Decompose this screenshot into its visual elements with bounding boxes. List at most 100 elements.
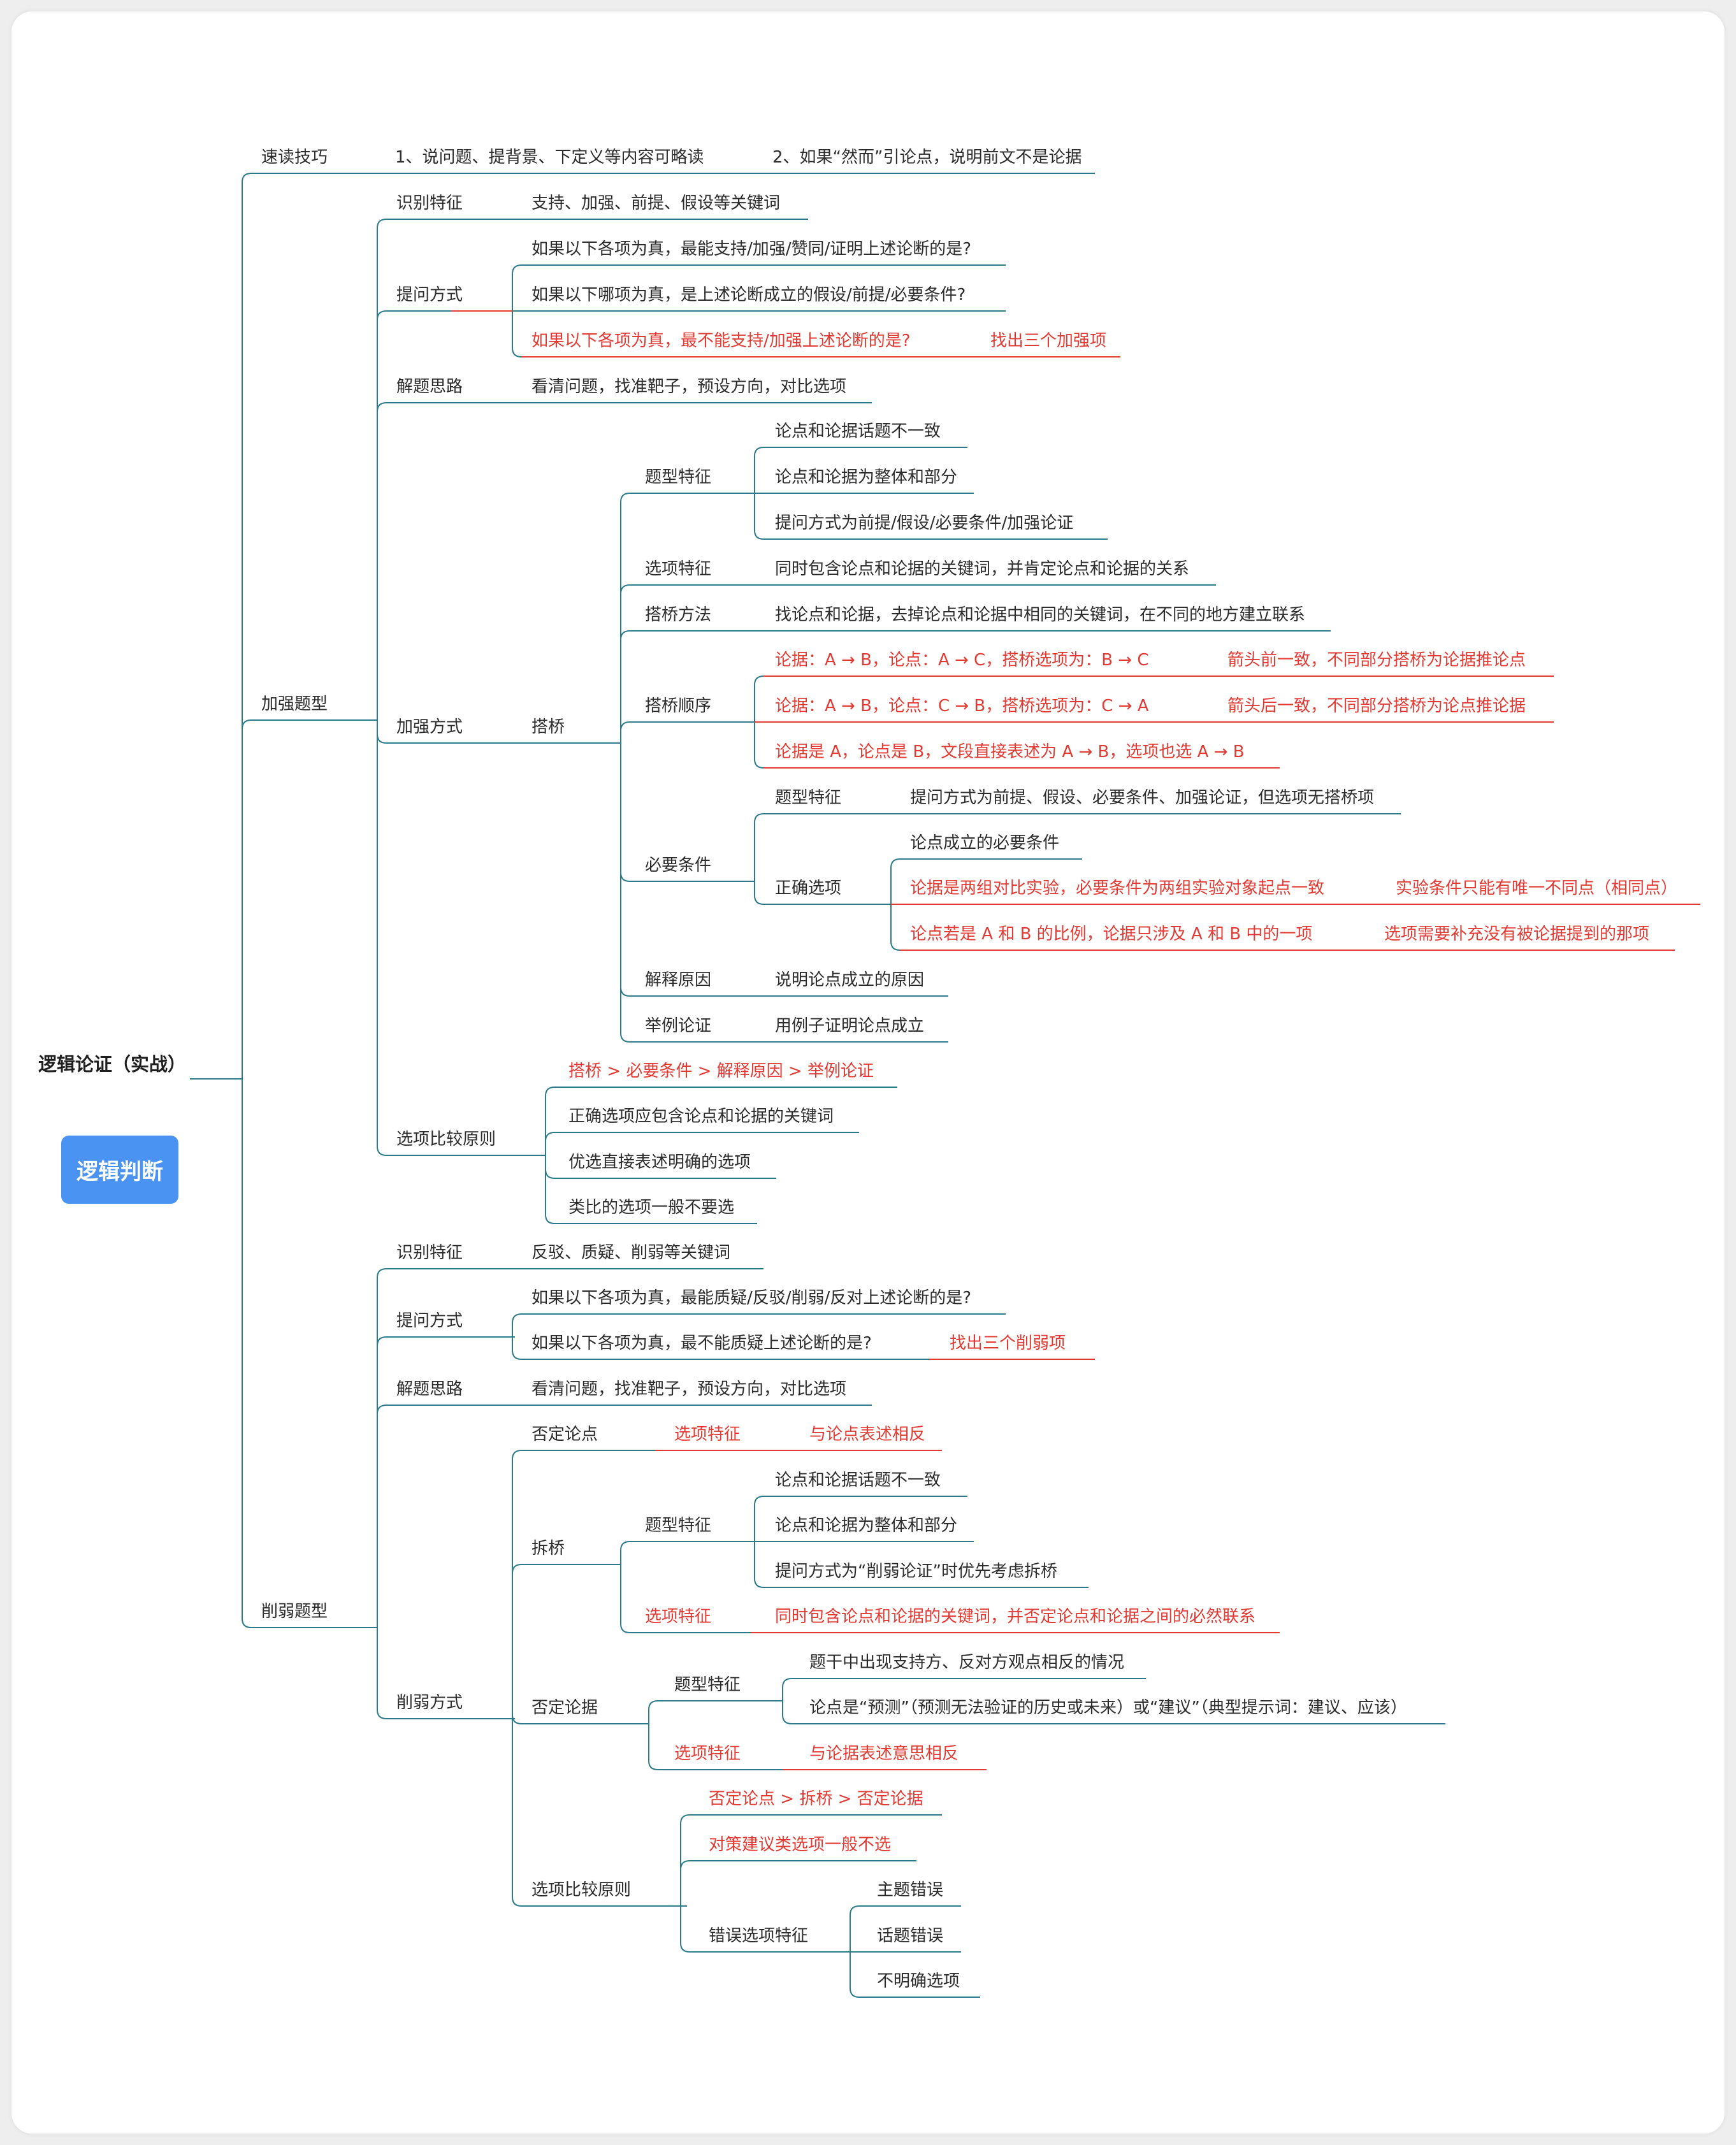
node-deny-ev-type-1[interactable]: 题干中出现支持方、反对方观点相反的情况	[809, 1653, 1124, 1672]
node-s-compare-4[interactable]: 类比的选项一般不要选	[568, 1198, 734, 1217]
node-strengthen[interactable]: 加强题型	[261, 695, 328, 714]
node-s-question-2[interactable]: 如果以下哪项为真，是上述论断成立的假设/前提/必要条件?	[532, 285, 966, 305]
node-w-approach-text[interactable]: 看清问题，找准靶子，预设方向，对比选项	[532, 1380, 846, 1399]
node-w-methods[interactable]: 削弱方式	[396, 1693, 463, 1712]
node-s-identify-text[interactable]: 支持、加强、前提、假设等关键词	[532, 194, 780, 213]
node-s-approach-text[interactable]: 看清问题，找准靶子，预设方向，对比选项	[532, 377, 846, 396]
connector-curve	[545, 1169, 555, 1179]
connector-curve	[620, 1032, 630, 1043]
connector-curve	[754, 447, 764, 457]
node-necessary-correct-2[interactable]: 论据是两组对比实验，必要条件为两组实验对象起点一致	[910, 879, 1324, 898]
node-break-bridge[interactable]: 拆桥	[532, 1539, 565, 1558]
node-w-wrong-1[interactable]: 主题错误	[877, 1881, 943, 1900]
node-s-question[interactable]: 提问方式	[396, 285, 463, 305]
node-bridge-type-1[interactable]: 论点和论据话题不一致	[775, 422, 941, 441]
node-bridge-type-3[interactable]: 提问方式为前提/假设/必要条件/加强论证	[775, 514, 1073, 533]
node-bridge-order-3[interactable]: 论据是 A，论点是 B，文段直接表述为 A → B，选项也选 A → B	[775, 742, 1245, 762]
node-deny-ev-option[interactable]: 选项特征	[674, 1744, 741, 1763]
node-necessary-correct-2-note[interactable]: 实验条件只能有唯一不同点（相同点）	[1396, 879, 1677, 898]
node-s-approach[interactable]: 解题思路	[396, 377, 463, 396]
node-bridge-order-1-note[interactable]: 箭头前一致，不同部分搭桥为论据推论点	[1227, 651, 1526, 670]
node-break-type[interactable]: 题型特征	[645, 1516, 711, 1535]
node-w-identify[interactable]: 识别特征	[396, 1243, 463, 1262]
node-speed-reading[interactable]: 速读技巧	[261, 148, 328, 167]
node-w-identify-text[interactable]: 反驳、质疑、削弱等关键词	[532, 1243, 730, 1262]
connector-curve	[242, 173, 252, 183]
node-s-compare-2[interactable]: 正确选项应包含论点和论据的关键词	[568, 1107, 834, 1126]
connector-curve	[754, 675, 764, 686]
node-weaken[interactable]: 削弱题型	[261, 1602, 328, 1621]
node-bridge-type[interactable]: 题型特征	[645, 468, 711, 487]
node-break-option[interactable]: 选项特征	[645, 1607, 711, 1626]
connector-curve	[620, 1623, 630, 1633]
connector-curve	[620, 1541, 630, 1551]
node-deny-evidence[interactable]: 否定论据	[532, 1698, 598, 1717]
node-bridge-order-2[interactable]: 论据：A → B，论点：C → B，搭桥选项为：C → A	[775, 697, 1149, 716]
node-break-type-2[interactable]: 论点和论据为整体和部分	[775, 1516, 957, 1535]
node-necessary-correct-3[interactable]: 论点若是 A 和 B 的比例，论据只涉及 A 和 B 中的一项	[910, 925, 1312, 944]
node-w-compare-2[interactable]: 对策建议类选项一般不选	[709, 1835, 891, 1854]
node-w-wrong-3[interactable]: 不明确选项	[877, 1972, 960, 1991]
node-necessary-correct-1[interactable]: 论点成立的必要条件	[910, 834, 1059, 853]
node-w-question-1[interactable]: 如果以下各项为真，最能质疑/反驳/削弱/反对上述论断的是?	[532, 1289, 971, 1308]
topic-badge-label: 逻辑判断	[76, 1159, 163, 1185]
node-deny-point-feature[interactable]: 选项特征	[674, 1425, 741, 1444]
connector-curve	[620, 986, 630, 997]
node-s-compare-3[interactable]: 优选直接表述明确的选项	[568, 1153, 751, 1172]
node-necessary-correct[interactable]: 正确选项	[775, 879, 841, 898]
connector-curve	[648, 1700, 658, 1710]
connector-curve	[754, 758, 764, 769]
node-w-approach[interactable]: 解题思路	[396, 1380, 463, 1399]
node-bridge-method-text[interactable]: 找论点和论据，去掉论点和论据中相同的关键词，在不同的地方建立联系	[775, 605, 1305, 625]
connector-curve	[242, 719, 252, 730]
node-necessary-type-text[interactable]: 提问方式为前提、假设、必要条件、加强论证，但选项无搭桥项	[910, 788, 1374, 807]
node-w-question[interactable]: 提问方式	[396, 1311, 463, 1331]
connector-curve	[242, 1618, 252, 1628]
node-necessary-type[interactable]: 题型特征	[775, 788, 841, 807]
node-deny-ev-type[interactable]: 题型特征	[674, 1675, 741, 1694]
node-w-question-2[interactable]: 如果以下各项为真，最不能质疑上述论断的是?	[532, 1334, 872, 1353]
connector-curve	[545, 1087, 555, 1097]
node-w-compare-1[interactable]: 否定论点 > 拆桥 > 否定论据	[709, 1789, 923, 1809]
node-bridge-type-2[interactable]: 论点和论据为整体和部分	[775, 468, 957, 487]
node-s-question-1[interactable]: 如果以下各项为真，最能支持/加强/赞同/证明上述论断的是?	[532, 240, 971, 259]
node-bridge[interactable]: 搭桥	[532, 718, 565, 737]
node-speed-item-2[interactable]: 2、如果“然而”引论点，说明前文不是论据	[772, 148, 1081, 167]
node-w-compare[interactable]: 选项比较原则	[532, 1881, 631, 1900]
node-speed-item-1[interactable]: 1、说问题、提背景、下定义等内容可略读	[395, 148, 704, 167]
node-necessary[interactable]: 必要条件	[645, 856, 711, 875]
node-example-text[interactable]: 用例子证明论点成立	[775, 1016, 924, 1036]
node-s-compare[interactable]: 选项比较原则	[396, 1130, 496, 1149]
node-break-type-3[interactable]: 提问方式为“削弱论证”时优先考虑拆桥	[775, 1562, 1057, 1581]
node-break-type-1[interactable]: 论点和论据话题不一致	[775, 1471, 941, 1490]
node-s-methods[interactable]: 加强方式	[396, 718, 463, 737]
topic-badge[interactable]: 逻辑判断	[61, 1136, 178, 1204]
node-explain[interactable]: 解释原因	[645, 971, 711, 990]
node-example[interactable]: 举例论证	[645, 1016, 711, 1036]
node-deny-point[interactable]: 否定论点	[532, 1425, 598, 1444]
node-deny-ev-type-2[interactable]: 论点是“预测”（预测无法验证的历史或未来）或“建议”（典型提示词：建议、应该）	[809, 1698, 1407, 1717]
connector-curve	[754, 530, 764, 540]
node-break-option-text[interactable]: 同时包含论点和论据的关键词，并否定论点和论据之间的必然联系	[775, 1607, 1255, 1626]
node-w-question-note[interactable]: 找出三个削弱项	[950, 1334, 1066, 1353]
root-node[interactable]: 逻辑论证（实战）	[38, 1055, 186, 1074]
node-bridge-method[interactable]: 搭桥方法	[645, 605, 711, 625]
node-s-compare-1[interactable]: 搭桥 > 必要条件 > 解释原因 > 举例论证	[568, 1062, 874, 1081]
connector-curve	[890, 941, 901, 951]
node-bridge-option-text[interactable]: 同时包含论点和论据的关键词，并肯定论点和论据的关系	[775, 560, 1189, 579]
node-bridge-order-1[interactable]: 论据：A → B，论点：A → C，搭桥选项为：B → C	[775, 651, 1149, 670]
node-w-wrong[interactable]: 错误选项特征	[709, 1926, 808, 1946]
node-deny-ev-option-text[interactable]: 与论据表述意思相反	[809, 1744, 958, 1763]
node-bridge-order-2-note[interactable]: 箭头后一致，不同部分搭桥为论点推论据	[1227, 697, 1526, 716]
connector-curve	[850, 1988, 860, 1998]
node-explain-text[interactable]: 说明论点成立的原因	[775, 971, 924, 990]
connector-curve	[377, 310, 387, 321]
node-bridge-option[interactable]: 选项特征	[645, 560, 711, 579]
node-s-question-note[interactable]: 找出三个加强项	[990, 331, 1106, 350]
node-deny-point-text[interactable]: 与论点表述相反	[809, 1425, 925, 1444]
node-necessary-correct-3-note[interactable]: 选项需要补充没有被论据提到的那项	[1384, 925, 1649, 944]
node-s-question-3[interactable]: 如果以下各项为真，最不能支持/加强上述论断的是?	[532, 331, 911, 350]
node-bridge-order[interactable]: 搭桥顺序	[645, 697, 711, 716]
node-s-identify[interactable]: 识别特征	[396, 194, 463, 213]
node-w-wrong-2[interactable]: 话题错误	[877, 1926, 943, 1946]
